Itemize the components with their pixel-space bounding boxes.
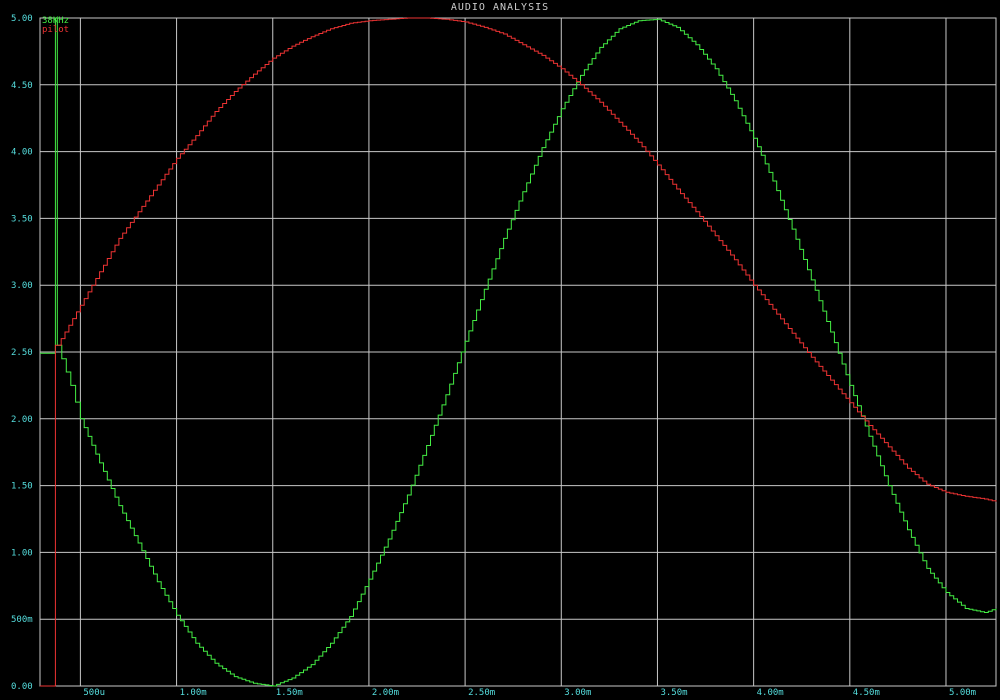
audio-analysis-chart: 0.00 500m 1.00 1.50 2.00 2.50 3.00 3.50 4.00 4.50… — [0, 0, 1000, 700]
y-tick-label: 2.00 — [11, 415, 33, 425]
x-tick-label: 1.00m — [180, 688, 207, 698]
y-tick-label: 3.00 — [11, 281, 33, 291]
y-tick-label: 4.50 — [11, 81, 33, 91]
x-tick-label: 2.50m — [468, 688, 495, 698]
legend-label-pilot: pilot — [42, 25, 69, 35]
x-tick-label: 500u — [83, 688, 105, 698]
y-tick-label: 4.00 — [11, 148, 33, 158]
x-tick-label: 3.00m — [564, 688, 591, 698]
y-tick-label: 1.00 — [11, 548, 33, 558]
x-tick-label: 2.00m — [372, 688, 399, 698]
x-tick-label: 4.00m — [757, 688, 784, 698]
y-tick-label: 1.50 — [11, 482, 33, 492]
y-tick-label: 5.00 — [11, 14, 33, 24]
x-tick-label: 1.50m — [276, 688, 303, 698]
y-tick-label: 3.50 — [11, 214, 33, 224]
x-tick-label: 3.50m — [660, 688, 687, 698]
x-tick-label: 4.50m — [853, 688, 880, 698]
y-tick-label: 2.50 — [11, 348, 33, 358]
x-tick-label: 5.00m — [949, 688, 976, 698]
legend: 38KHzpilot — [42, 16, 69, 35]
y-tick-label: 0.00 — [11, 682, 33, 692]
y-tick-label: 500m — [11, 615, 33, 625]
chart-title: AUDIO ANALYSIS — [451, 2, 549, 13]
